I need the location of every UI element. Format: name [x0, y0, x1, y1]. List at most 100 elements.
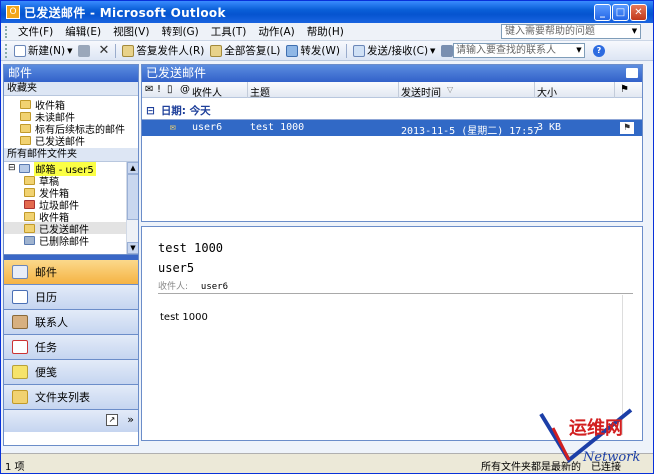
column-subject[interactable]: 主题	[250, 84, 270, 99]
nav-button-calendar[interactable]: 日历	[4, 285, 138, 310]
print-button[interactable]	[75, 42, 95, 60]
send-receive-label: 发送/接收(C)	[366, 45, 429, 57]
mail-icon	[12, 265, 28, 279]
group-header[interactable]: ⊟ 日期: 今天	[142, 102, 642, 120]
outbox-icon	[24, 187, 35, 197]
menu-file[interactable]: 文件(F)	[12, 24, 59, 39]
message-sender: user5	[158, 261, 195, 275]
nav-button-label: 联系人	[35, 316, 68, 329]
calendar-icon	[12, 290, 28, 304]
collapse-icon[interactable]: ⊟	[8, 163, 16, 173]
folder-drafts[interactable]: 草稿	[4, 174, 138, 188]
item-count: 1 项	[5, 462, 25, 473]
folder-list-icon	[12, 390, 28, 404]
find-contact-placeholder: 请输入要查找的联系人	[456, 45, 556, 56]
importance-column-icon[interactable]: ✉	[145, 84, 153, 95]
find-contact-input[interactable]: 请输入要查找的联系人 ▼	[453, 43, 585, 58]
folder-view-icon[interactable]	[626, 68, 638, 78]
nav-button-label: 便笺	[35, 366, 57, 379]
mailbox-icon	[18, 163, 30, 173]
delete-button[interactable]: ✕	[95, 42, 112, 60]
row-size: 3 KB	[537, 122, 562, 133]
shortcut-icon[interactable]: ↗	[106, 414, 118, 426]
message-subject: test 1000	[158, 241, 224, 255]
title-bar: O 已发送邮件 - Microsoft Outlook _ □ ✕	[1, 1, 653, 23]
flag-icon[interactable]: ⚑	[620, 122, 634, 134]
contacts-icon	[12, 315, 28, 329]
nav-button-tasks[interactable]: 任务	[4, 335, 138, 360]
folder-icon	[20, 99, 31, 109]
reply-button[interactable]: 答复发件人(R)	[119, 42, 207, 60]
new-button[interactable]: 新建(N) ▼	[11, 42, 75, 60]
mailbox-root[interactable]: ⊟ 邮箱 - user5	[4, 162, 138, 176]
all-folders-header[interactable]: 所有邮件文件夹	[4, 148, 138, 162]
tasks-icon	[12, 340, 28, 354]
menu-view[interactable]: 视图(V)	[107, 24, 155, 39]
forward-icon	[286, 44, 299, 57]
help-question-box[interactable]: 键入需要帮助的问题 ▼	[501, 24, 641, 39]
list-title-text: 已发送邮件	[146, 66, 207, 80]
header-divider	[158, 293, 633, 294]
configure-buttons-icon[interactable]: »	[127, 413, 134, 426]
menu-help[interactable]: 帮助(H)	[301, 24, 350, 39]
favorite-sent[interactable]: 已发送邮件	[4, 134, 138, 148]
maximize-button[interactable]: □	[612, 4, 629, 21]
nav-button-contacts[interactable]: 联系人	[4, 310, 138, 335]
menu-edit[interactable]: 编辑(E)	[59, 24, 107, 39]
menu-actions[interactable]: 动作(A)	[252, 24, 300, 39]
recipients-label: 收件人:	[158, 282, 189, 292]
scroll-thumb[interactable]	[127, 174, 138, 220]
menu-go[interactable]: 转到(G)	[155, 24, 204, 39]
chevron-down-icon[interactable]: ▼	[574, 44, 584, 57]
recipients-value[interactable]: user6	[201, 282, 228, 292]
new-mail-icon	[14, 44, 26, 57]
doc-icon[interactable]: ▯	[167, 84, 173, 95]
nav-button-notes[interactable]: 便笺	[4, 360, 138, 385]
chevron-down-icon[interactable]: ▼	[629, 25, 640, 38]
forward-button[interactable]: 转发(W)	[283, 42, 343, 60]
menu-tools[interactable]: 工具(T)	[205, 24, 253, 39]
notes-icon	[12, 365, 28, 379]
favorite-label: 已发送邮件	[35, 136, 85, 148]
deleted-icon	[24, 235, 35, 245]
collapse-icon[interactable]: ⊟	[146, 105, 155, 117]
attachment-icon[interactable]: @	[180, 84, 190, 95]
chevron-down-icon[interactable]: ▼	[430, 47, 435, 55]
column-sent[interactable]: 发送时间	[401, 84, 441, 99]
nav-button-label: 文件夹列表	[35, 391, 90, 404]
importance-icon[interactable]: !	[157, 84, 161, 95]
favorites-header[interactable]: 收藏夹	[4, 82, 138, 96]
reply-all-icon	[210, 44, 223, 57]
folder-scrollbar[interactable]: ▲ ▼	[126, 162, 138, 254]
column-divider[interactable]	[398, 82, 399, 98]
table-row[interactable]: ✉ user6 test 1000 2013-11-5 (星期二) 17:57 …	[142, 120, 642, 137]
sent-icon	[24, 223, 35, 233]
reply-all-button[interactable]: 全部答复(L)	[207, 42, 283, 60]
column-divider[interactable]	[614, 82, 615, 98]
column-divider[interactable]	[247, 82, 248, 98]
delete-icon: ✕	[98, 43, 110, 58]
minimize-button[interactable]: _	[594, 4, 611, 21]
folder-junk[interactable]: 垃圾邮件	[4, 198, 138, 212]
help-question-placeholder: 键入需要帮助的问题	[505, 26, 595, 37]
column-size[interactable]: 大小	[537, 84, 557, 99]
column-to[interactable]: 收件人	[192, 84, 222, 99]
send-receive-icon	[352, 44, 365, 57]
favorites-list: 收件箱 未读邮件 标有后续标志的邮件 已发送邮件	[4, 96, 138, 148]
reply-all-label: 全部答复(L)	[224, 45, 281, 57]
list-title: 已发送邮件	[142, 65, 642, 82]
nav-pane-title: 邮件	[4, 65, 138, 82]
chevron-down-icon[interactable]: ▼	[67, 47, 72, 55]
help-icon[interactable]: ?	[593, 45, 605, 57]
flag-column-icon[interactable]: ⚑	[620, 84, 629, 95]
column-divider[interactable]	[534, 82, 535, 98]
group-label: 日期: 今天	[160, 105, 211, 117]
nav-button-mail[interactable]: 邮件	[4, 260, 138, 285]
scroll-down-icon[interactable]: ▼	[127, 242, 138, 254]
scroll-up-icon[interactable]: ▲	[127, 162, 138, 174]
nav-button-folder-list[interactable]: 文件夹列表	[4, 385, 138, 410]
close-button[interactable]: ✕	[630, 4, 647, 21]
send-receive-button[interactable]: 发送/接收(C) ▼	[350, 42, 438, 60]
folder-label: 已删除邮件	[39, 236, 89, 248]
folder-deleted[interactable]: 已删除邮件	[4, 234, 138, 248]
